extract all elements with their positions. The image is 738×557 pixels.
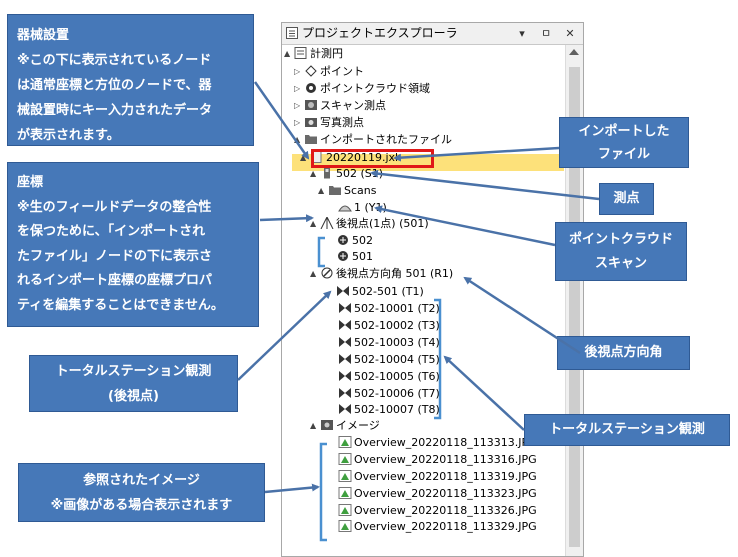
arrow-images <box>264 483 320 494</box>
arrow-imported-file <box>393 146 560 162</box>
arrow-instrument-setup <box>253 81 310 160</box>
bracket-coordinates <box>317 236 325 268</box>
arrow-station <box>370 169 600 201</box>
arrow-backsight-orientation <box>463 276 581 355</box>
arrow-pointcloud-scan <box>374 205 556 247</box>
arrow-coordinates <box>259 214 314 223</box>
arrow-ts-observation <box>443 355 525 431</box>
bracket-images <box>319 442 327 542</box>
arrow-ts-backsight <box>237 290 332 381</box>
annotation-overlay <box>237 81 600 542</box>
bracket-ts-observations <box>434 298 442 420</box>
